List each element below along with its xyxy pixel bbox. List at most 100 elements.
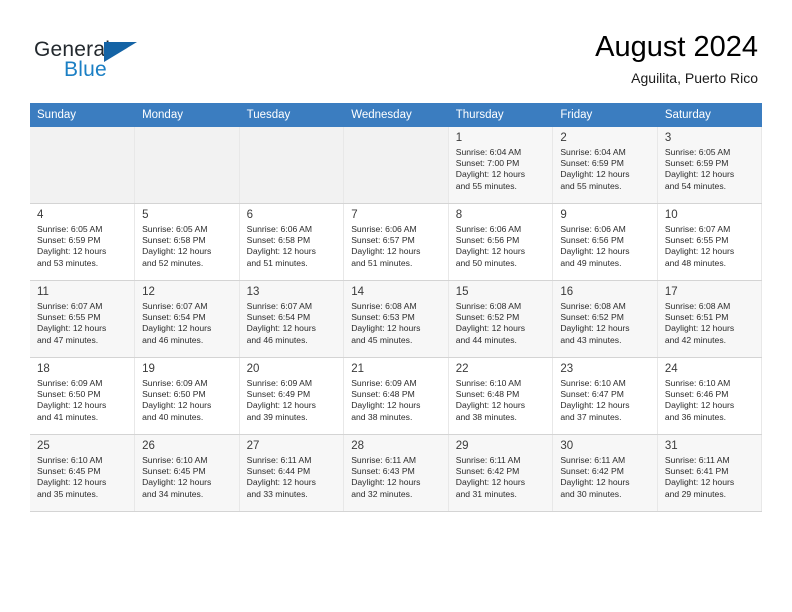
calendar-day-cell-empty bbox=[30, 127, 136, 204]
day-number: 29 bbox=[455, 440, 469, 452]
calendar-day-cell[interactable]: 17 Sunrise: 6:08 AM Sunset: 6:51 PM Dayligh… bbox=[657, 280, 763, 358]
day-number: 1 bbox=[455, 132, 463, 144]
calendar-day-cell[interactable]: 20 Sunrise: 6:09 AM Sunset: 6:49 PM Dayligh… bbox=[239, 357, 345, 435]
calendar-body: 1 Sunrise: 6:04 AM Sunset: 7:00 PM Daylight… bbox=[30, 127, 763, 512]
calendar-week-row: 1 Sunrise: 6:04 AM Sunset: 7:00 PM Daylight… bbox=[30, 127, 763, 204]
sunrise-text: Sunrise: 6:11 AM bbox=[246, 455, 312, 465]
day-number: 28 bbox=[351, 440, 364, 452]
sunset-text: Sunset: 6:51 PM bbox=[664, 312, 729, 323]
sunrise-text: Sunrise: 6:06 AM bbox=[351, 224, 417, 234]
day-cell-content: 17 Sunrise: 6:08 AM Sunset: 6:51 PM Dayligh… bbox=[658, 281, 762, 357]
sunrise-text: Sunrise: 6:11 AM bbox=[560, 455, 626, 465]
calendar-day-cell[interactable]: 30 Sunrise: 6:11 AM Sunset: 6:42 PM Dayligh… bbox=[552, 434, 658, 512]
day-number: 9 bbox=[560, 209, 567, 221]
calendar-week-row: 4 Sunrise: 6:05 AM Sunset: 6:59 PM Daylight… bbox=[30, 203, 763, 281]
sunset-text: Sunset: 6:46 PM bbox=[664, 389, 729, 400]
day-number: 16 bbox=[560, 286, 574, 298]
calendar-day-cell[interactable]: 10 Sunrise: 6:07 AM Sunset: 6:55 PM Dayligh… bbox=[657, 203, 763, 281]
daylight-text-line1: Daylight: 12 hours bbox=[37, 246, 107, 257]
calendar-day-cell[interactable]: 6 Sunrise: 6:06 AM Sunset: 6:58 PM Daylight… bbox=[239, 203, 345, 281]
sunrise-text: Sunrise: 6:08 AM bbox=[455, 301, 522, 311]
daylight-text-line2: and 51 minutes. bbox=[351, 257, 413, 268]
calendar-day-cell[interactable]: 21 Sunrise: 6:09 AM Sunset: 6:48 PM Dayligh… bbox=[343, 357, 449, 435]
daylight-text-line2: and 50 minutes. bbox=[455, 257, 517, 268]
daylight-text-line2: and 46 minutes. bbox=[142, 334, 204, 345]
daylight-text-line1: Daylight: 12 hours bbox=[351, 477, 421, 488]
calendar-day-cell[interactable]: 23 Sunrise: 6:10 AM Sunset: 6:47 PM Dayligh… bbox=[552, 357, 658, 435]
calendar-day-cell[interactable]: 29 Sunrise: 6:11 AM Sunset: 6:42 PM Dayligh… bbox=[448, 434, 554, 512]
calendar-day-cell[interactable]: 15 Sunrise: 6:08 AM Sunset: 6:52 PM Dayligh… bbox=[448, 280, 554, 358]
sunrise-text: Sunrise: 6:04 AM bbox=[560, 147, 626, 157]
calendar-day-cell[interactable]: 1 Sunrise: 6:04 AM Sunset: 7:00 PM Daylight… bbox=[448, 127, 554, 204]
calendar-day-cell-empty bbox=[134, 127, 240, 204]
calendar-day-cell[interactable]: 28 Sunrise: 6:11 AM Sunset: 6:43 PM Dayligh… bbox=[343, 434, 449, 512]
sunrise-text: Sunrise: 6:06 AM bbox=[560, 224, 626, 234]
daylight-text-line2: and 31 minutes. bbox=[455, 488, 517, 499]
sunrise-text: Sunrise: 6:06 AM bbox=[455, 224, 522, 234]
calendar-day-cell[interactable]: 19 Sunrise: 6:09 AM Sunset: 6:50 PM Dayligh… bbox=[134, 357, 240, 435]
day-number: 25 bbox=[37, 440, 50, 452]
calendar-day-cell[interactable]: 11 Sunrise: 6:07 AM Sunset: 6:55 PM Dayligh… bbox=[30, 280, 136, 358]
sunset-text: Sunset: 6:44 PM bbox=[246, 466, 311, 477]
calendar-day-cell[interactable]: 4 Sunrise: 6:05 AM Sunset: 6:59 PM Daylight… bbox=[30, 203, 136, 281]
sunset-text: Sunset: 6:57 PM bbox=[351, 235, 415, 246]
calendar-day-cell[interactable]: 31 Sunrise: 6:11 AM Sunset: 6:41 PM Dayligh… bbox=[657, 434, 763, 512]
day-number: 24 bbox=[664, 363, 678, 375]
day-cell-content: 1 Sunrise: 6:04 AM Sunset: 7:00 PM Daylight… bbox=[449, 127, 553, 203]
brand-logo[interactable]: General Blue bbox=[34, 38, 244, 88]
day-number: 26 bbox=[142, 440, 155, 452]
calendar-page: General Blue August 2024 Aguilita, Puert… bbox=[0, 0, 792, 612]
calendar-day-cell[interactable]: 7 Sunrise: 6:06 AM Sunset: 6:57 PM Daylight… bbox=[343, 203, 449, 281]
calendar-day-cell[interactable]: 13 Sunrise: 6:07 AM Sunset: 6:54 PM Dayligh… bbox=[239, 280, 345, 358]
day-cell-content: 15 Sunrise: 6:08 AM Sunset: 6:52 PM Dayligh… bbox=[449, 281, 553, 357]
day-number: 19 bbox=[142, 363, 155, 375]
weekday-header-monday: Monday bbox=[134, 103, 240, 127]
title-block: August 2024 Aguilita, Puerto Rico bbox=[595, 30, 758, 88]
calendar-day-cell[interactable]: 22 Sunrise: 6:10 AM Sunset: 6:48 PM Dayligh… bbox=[448, 357, 554, 435]
daylight-text-line1: Daylight: 12 hours bbox=[351, 323, 421, 334]
calendar-day-cell[interactable]: 8 Sunrise: 6:06 AM Sunset: 6:56 PM Daylight… bbox=[448, 203, 554, 281]
calendar-day-cell[interactable]: 16 Sunrise: 6:08 AM Sunset: 6:52 PM Dayligh… bbox=[552, 280, 658, 358]
day-cell-content: 31 Sunrise: 6:11 AM Sunset: 6:41 PM Dayligh… bbox=[658, 435, 762, 511]
page-subtitle: Aguilita, Puerto Rico bbox=[631, 70, 758, 86]
day-number: 13 bbox=[246, 286, 260, 298]
sunset-text: Sunset: 6:48 PM bbox=[351, 389, 415, 400]
sunset-text: Sunset: 6:45 PM bbox=[142, 466, 206, 477]
sunrise-text: Sunrise: 6:07 AM bbox=[37, 301, 103, 311]
daylight-text-line2: and 53 minutes. bbox=[37, 257, 99, 268]
calendar-day-cell[interactable]: 9 Sunrise: 6:06 AM Sunset: 6:56 PM Daylight… bbox=[552, 203, 658, 281]
calendar-day-cell[interactable]: 14 Sunrise: 6:08 AM Sunset: 6:53 PM Dayligh… bbox=[343, 280, 449, 358]
calendar-day-cell[interactable]: 5 Sunrise: 6:05 AM Sunset: 6:58 PM Daylight… bbox=[134, 203, 240, 281]
day-number: 2 bbox=[560, 132, 567, 144]
day-cell-content: 18 Sunrise: 6:09 AM Sunset: 6:50 PM Dayligh… bbox=[30, 358, 134, 434]
day-cell-content: 28 Sunrise: 6:11 AM Sunset: 6:43 PM Dayligh… bbox=[344, 435, 448, 511]
day-number: 17 bbox=[664, 286, 678, 298]
sunset-text: Sunset: 6:56 PM bbox=[560, 235, 624, 246]
weekday-header-friday: Friday bbox=[552, 103, 658, 127]
sunset-text: Sunset: 6:50 PM bbox=[142, 389, 206, 400]
sunrise-text: Sunrise: 6:11 AM bbox=[455, 455, 521, 465]
day-number: 7 bbox=[351, 209, 358, 221]
day-number: 8 bbox=[455, 209, 463, 221]
daylight-text-line1: Daylight: 12 hours bbox=[560, 400, 630, 411]
calendar-day-cell[interactable]: 26 Sunrise: 6:10 AM Sunset: 6:45 PM Dayligh… bbox=[134, 434, 240, 512]
day-cell-content: 26 Sunrise: 6:10 AM Sunset: 6:45 PM Dayligh… bbox=[135, 435, 239, 511]
day-cell-content: 7 Sunrise: 6:06 AM Sunset: 6:57 PM Daylight… bbox=[344, 204, 448, 280]
sunrise-text: Sunrise: 6:09 AM bbox=[351, 378, 417, 388]
day-cell-content: 8 Sunrise: 6:06 AM Sunset: 6:56 PM Daylight… bbox=[449, 204, 553, 280]
calendar-week-row: 11 Sunrise: 6:07 AM Sunset: 6:55 PM Dayligh… bbox=[30, 280, 763, 358]
calendar-day-cell[interactable]: 27 Sunrise: 6:11 AM Sunset: 6:44 PM Dayligh… bbox=[239, 434, 345, 512]
calendar-day-cell[interactable]: 25 Sunrise: 6:10 AM Sunset: 6:45 PM Dayligh… bbox=[30, 434, 136, 512]
calendar-day-cell[interactable]: 2 Sunrise: 6:04 AM Sunset: 6:59 PM Daylight… bbox=[552, 127, 658, 204]
calendar-day-cell[interactable]: 24 Sunrise: 6:10 AM Sunset: 6:46 PM Dayligh… bbox=[657, 357, 763, 435]
daylight-text-line2: and 51 minutes. bbox=[246, 257, 308, 268]
day-cell-content: 27 Sunrise: 6:11 AM Sunset: 6:44 PM Dayligh… bbox=[240, 435, 344, 511]
sunrise-text: Sunrise: 6:10 AM bbox=[664, 378, 731, 388]
weekday-header-wednesday: Wednesday bbox=[343, 103, 449, 127]
calendar-day-cell[interactable]: 3 Sunrise: 6:05 AM Sunset: 6:59 PM Daylight… bbox=[657, 127, 763, 204]
calendar-day-cell[interactable]: 18 Sunrise: 6:09 AM Sunset: 6:50 PM Dayligh… bbox=[30, 357, 136, 435]
calendar-day-cell[interactable]: 12 Sunrise: 6:07 AM Sunset: 6:54 PM Dayligh… bbox=[134, 280, 240, 358]
daylight-text-line2: and 37 minutes. bbox=[560, 411, 622, 422]
day-number: 23 bbox=[560, 363, 574, 375]
daylight-text-line1: Daylight: 12 hours bbox=[664, 400, 735, 411]
